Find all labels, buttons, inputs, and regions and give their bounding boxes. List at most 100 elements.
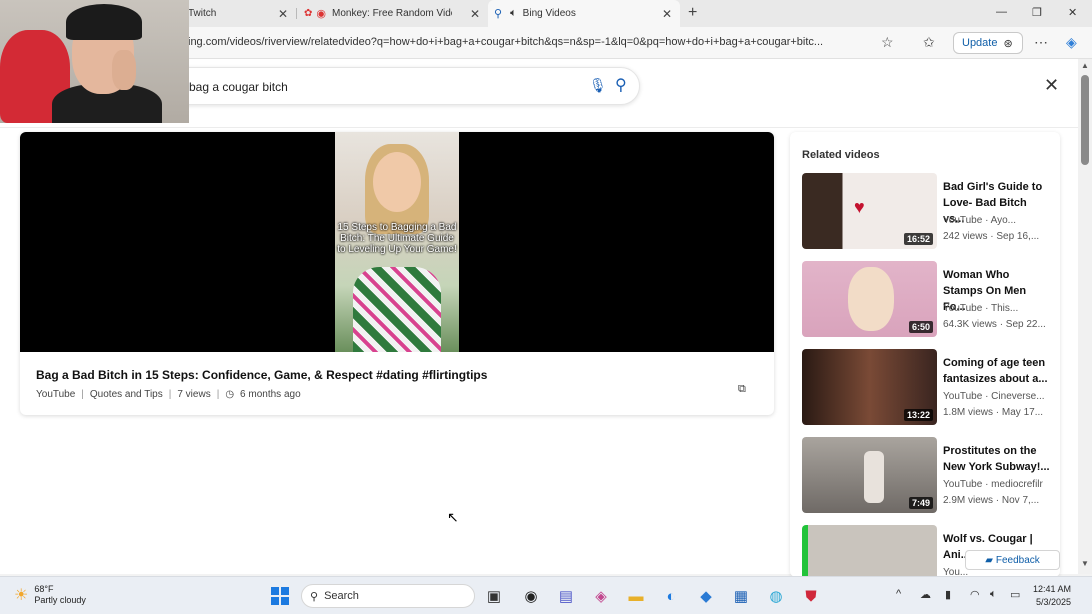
related-title: Coming of age teen fantasizes about a...	[943, 357, 1048, 385]
copilot-icon[interactable]: ◈	[1066, 34, 1077, 51]
weather-desc: Partly cloudy	[34, 595, 86, 605]
video-player[interactable]: 15 Steps to Bagging a Bad Bitch: The Ult…	[20, 132, 774, 352]
video-frame: 15 Steps to Bagging a Bad Bitch: The Ult…	[335, 132, 459, 352]
hand-shape	[112, 50, 136, 90]
restore-button[interactable]: ❐	[1032, 6, 1042, 19]
onedrive-icon[interactable]: ☁	[920, 588, 931, 601]
related-video-item[interactable]: 13:22 Coming of age teen fantasizes abou…	[802, 349, 1052, 425]
related-video-item[interactable]: 6:50 Woman Who Stamps On Men Fo... YouTu…	[802, 261, 1052, 337]
speaker-icon: 🔈︎	[510, 7, 517, 19]
shield-app-icon[interactable]: ⛊	[801, 586, 821, 606]
video-thumbnail: 6:50	[802, 261, 937, 337]
scrollbar-thumb[interactable]	[1081, 75, 1089, 165]
update-button[interactable]: Update ⊛	[953, 32, 1023, 54]
bing-videos-page: bag a cougar bitch 🎙︎ ⚲ ✕ 15 Steps to Ba…	[0, 59, 1078, 577]
chevron-up-icon[interactable]: ^	[896, 588, 901, 600]
related-stats: 64.3K views · Sep 22...	[943, 319, 1046, 330]
obs-icon[interactable]: ◉	[521, 586, 541, 606]
feedback-button[interactable]: ▰ Feedback	[965, 550, 1060, 570]
copilot-app-icon[interactable]: ◈	[591, 586, 611, 606]
favorites-icon[interactable]: ✩	[923, 34, 935, 51]
tab-title: Monkey: Free Random Vide	[332, 8, 452, 19]
face-shape	[373, 152, 421, 212]
close-icon[interactable]: ✕	[470, 7, 480, 21]
network-icon[interactable]: ▮	[945, 588, 951, 601]
video-player-card: 15 Steps to Bagging a Bad Bitch: The Ult…	[20, 132, 774, 415]
favorite-star-icon[interactable]: ☆	[881, 34, 894, 51]
related-heading: Related videos	[802, 149, 880, 161]
tab-title: Bing Videos	[522, 8, 576, 19]
face-shape	[848, 267, 894, 331]
battery-icon[interactable]: ▭	[1010, 588, 1020, 601]
store-icon[interactable]: ▦	[731, 586, 751, 606]
video-thumbnail: 7:49	[802, 437, 937, 513]
teams-icon[interactable]: ▤	[556, 586, 576, 606]
related-stats: 2.9M views · Nov 7,...	[943, 495, 1040, 506]
video-age: 6 months ago	[240, 389, 301, 400]
search-input[interactable]: bag a cougar bitch	[189, 80, 288, 94]
microphone-icon[interactable]: 🎙︎	[589, 77, 607, 94]
partly-cloudy-icon: ☀	[14, 587, 29, 604]
search-icon[interactable]: ⚲	[615, 75, 627, 95]
taskbar-search-placeholder: Search	[324, 590, 359, 602]
bing-search-icon: ⚲	[494, 8, 503, 20]
video-overlay-text: 15 Steps to Bagging a Bad Bitch: The Ult…	[337, 222, 457, 255]
related-source: YouTube · Cineverse...	[943, 391, 1045, 402]
search-icon: ⚲	[310, 590, 319, 603]
related-video-item[interactable]: 7:49 Prostitutes on the New York Subway!…	[802, 437, 1052, 513]
related-stats: 1.8M views · May 17...	[943, 407, 1044, 418]
related-source: YouTube · This...	[943, 303, 1019, 314]
screen: Twitch ✕ ✿ ◉ Monkey: Free Random Vide ✕ …	[0, 0, 1092, 614]
task-view-icon[interactable]: ▣	[484, 586, 504, 606]
scrollbar[interactable]: ▲ ▼	[1078, 59, 1092, 574]
close-icon[interactable]: ✕	[278, 7, 288, 21]
weather-widget[interactable]: ☀ 68°F Partly cloudy	[14, 584, 86, 606]
video-duration: 16:52	[903, 233, 933, 245]
volume-icon[interactable]: 🔈︎	[990, 588, 997, 601]
update-label: Update	[962, 37, 998, 49]
edge-icon[interactable]: ◐	[661, 586, 681, 606]
video-meta: YouTube | Quotes and Tips | 7 views | ◷ …	[36, 389, 301, 400]
file-explorer-icon[interactable]: ▬	[626, 586, 646, 606]
video-duration: 6:50	[908, 321, 933, 333]
tab-bing-videos[interactable]: ⚲ 🔈︎ Bing Videos ✕	[488, 0, 680, 27]
browser-app-icon[interactable]: ◍	[766, 586, 786, 606]
new-tab-button[interactable]: +	[688, 4, 697, 22]
related-source: YouTube · Ayo...	[943, 215, 1017, 226]
close-icon[interactable]: ✕	[1044, 75, 1059, 96]
related-source: YouTube · mediocrefilr	[943, 479, 1043, 490]
webcam-overlay	[0, 0, 189, 123]
search-box[interactable]: bag a cougar bitch 🎙︎ ⚲	[160, 67, 640, 105]
close-icon[interactable]: ✕	[662, 7, 672, 21]
windows-start-icon[interactable]	[271, 587, 289, 605]
tab-monkey[interactable]: ✿ ◉ Monkey: Free Random Vide ✕	[300, 0, 488, 27]
tab-twitch[interactable]: Twitch ✕	[188, 0, 296, 27]
video-thumbnail: ♥ 16:52	[802, 173, 937, 249]
weather-temp: 68°F	[34, 584, 54, 594]
video-source[interactable]: YouTube	[36, 389, 75, 400]
video-thumbnail: 13:22	[802, 349, 937, 425]
clock-icon: ◷	[225, 389, 235, 400]
scroll-up-icon[interactable]: ▲	[1081, 61, 1089, 70]
window-close-button[interactable]: ✕	[1068, 6, 1077, 19]
person-shape	[864, 451, 884, 503]
taskbar-search[interactable]: ⚲ Search	[301, 584, 475, 608]
wifi-icon[interactable]: ◠	[970, 588, 980, 601]
separator: |	[216, 389, 220, 400]
taskbar: ☀ 68°F Partly cloudy ⚲ Search ▣ ◉ ▤ ◈ ▬ …	[0, 576, 1092, 614]
url-field[interactable]: ing.com/videos/riverview/relatedvideo?q=…	[188, 36, 868, 48]
video-channel[interactable]: Quotes and Tips	[90, 389, 163, 400]
related-video-item[interactable]: ♥ 16:52 Bad Girl's Guide to Love- Bad Bi…	[802, 173, 1052, 249]
video-title[interactable]: Bag a Bad Bitch in 15 Steps: Confidence,…	[36, 368, 487, 382]
chat-icon: ▰	[985, 554, 993, 566]
beanie-shape	[66, 4, 142, 40]
cast-icon[interactable]: ⧉	[738, 383, 746, 396]
more-menu-icon[interactable]: ⋯	[1034, 34, 1048, 51]
lips-icon: ♥	[854, 197, 865, 217]
related-videos-panel: Related videos ♥ 16:52 Bad Girl's Guide …	[790, 132, 1060, 577]
scroll-down-icon[interactable]: ▼	[1081, 559, 1089, 568]
system-clock[interactable]: 12:41 AM 5/3/2025	[1033, 583, 1071, 609]
video-views: 7 views	[177, 389, 211, 400]
minimize-button[interactable]: —	[996, 6, 1007, 18]
app-icon[interactable]: ◆	[696, 586, 716, 606]
